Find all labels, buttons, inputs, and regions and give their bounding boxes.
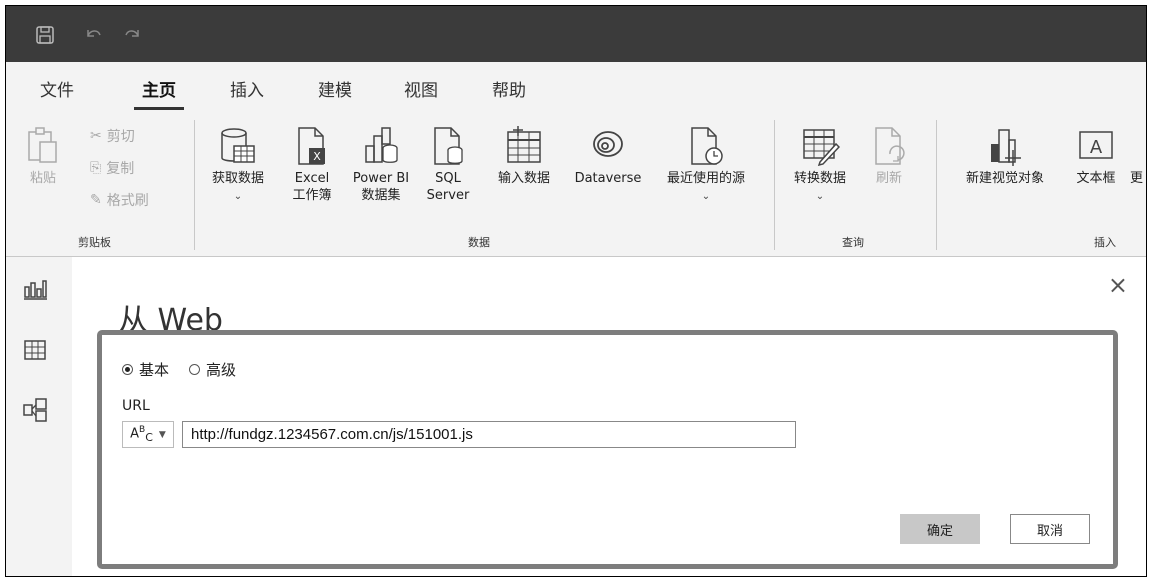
tab-file[interactable]: 文件: [40, 76, 74, 101]
text-type-icon: ABC: [130, 425, 153, 444]
paste-button[interactable]: 粘贴: [20, 126, 66, 187]
more-label: 更: [1130, 171, 1144, 186]
textbox-button[interactable]: A 文本框: [1066, 126, 1126, 187]
copy-label: 复制: [106, 161, 135, 177]
excel-label-line2: 工作簿: [292, 188, 332, 203]
excel-file-icon: X: [298, 127, 325, 165]
active-tab-indicator: [134, 107, 184, 110]
url-label: URL: [122, 398, 150, 414]
dataverse-button[interactable]: Dataverse: [566, 126, 650, 187]
format-painter-icon: ✎: [90, 192, 102, 208]
url-input[interactable]: [182, 421, 796, 448]
new-visual-label: 新建视觉对象: [965, 171, 1044, 186]
sql-server-button[interactable]: SQL Server: [420, 126, 476, 204]
from-web-dialog: 从 Web × 基本 高级 URL ABC ▼ 确定 取消: [72, 257, 1146, 576]
textbox-icon: A: [1079, 131, 1113, 159]
ok-button[interactable]: 确定: [900, 514, 980, 544]
get-data-button[interactable]: 获取数据 ⌄: [202, 126, 274, 205]
save-icon[interactable]: [34, 24, 56, 46]
url-type-dropdown[interactable]: ABC ▼: [122, 421, 174, 448]
query-group-label: 查询: [842, 236, 864, 249]
enter-data-table-icon: [507, 126, 541, 163]
dataset-icon: [365, 127, 398, 163]
recent-sources-button[interactable]: 最近使用的源 ⌄: [652, 126, 760, 205]
chevron-down-icon: ▼: [158, 429, 166, 440]
powerbi-label-line2: 数据集: [361, 188, 401, 203]
paste-label: 粘贴: [29, 171, 56, 186]
redo-icon[interactable]: [122, 24, 144, 46]
tab-insert[interactable]: 插入: [230, 76, 264, 101]
report-view-icon[interactable]: [22, 277, 48, 303]
enter-data-label: 输入数据: [497, 171, 550, 186]
recent-sources-icon: [691, 127, 723, 165]
dataverse-label: Dataverse: [574, 171, 642, 186]
transform-data-label: 转换数据: [793, 171, 846, 186]
radio-basic-label[interactable]: 基本: [139, 359, 169, 380]
cut-label: 剪切: [106, 129, 135, 145]
new-visual-button[interactable]: 新建视觉对象: [950, 126, 1060, 187]
model-view-icon[interactable]: [22, 397, 48, 423]
tab-view[interactable]: 视图: [404, 76, 438, 101]
mode-radio-group: 基本 高级: [122, 359, 236, 380]
copy-icon: ⎘: [90, 160, 102, 176]
data-group-label: 数据: [468, 236, 490, 249]
insert-group-label: 插入: [1094, 236, 1116, 249]
enter-data-button[interactable]: 输入数据: [484, 126, 564, 187]
sql-server-icon: [434, 127, 463, 165]
tab-modeling[interactable]: 建模: [318, 76, 352, 101]
ribbon-separator: [936, 120, 937, 250]
transform-data-icon: [803, 129, 840, 166]
scissors-icon: ✂: [90, 128, 102, 144]
radio-basic[interactable]: [122, 364, 133, 375]
powerbi-label-line1: Power BI: [352, 171, 410, 186]
chevron-down-icon: ⌄: [815, 191, 825, 202]
more-icon: [1130, 126, 1147, 166]
title-bar: [6, 6, 1146, 62]
excel-workbook-button[interactable]: X Excel 工作簿: [286, 126, 338, 204]
radio-advanced-label[interactable]: 高级: [206, 359, 236, 380]
get-data-label: 获取数据: [211, 171, 264, 186]
refresh-icon: [875, 127, 905, 165]
powerbi-dataset-button[interactable]: Power BI 数据集: [344, 126, 418, 204]
format-painter-label: 格式刷: [106, 193, 149, 209]
chevron-down-icon: ⌄: [701, 191, 711, 202]
sql-label-line1: SQL: [435, 171, 461, 186]
clipboard-group-label: 剪贴板: [78, 236, 111, 249]
tab-home[interactable]: 主页: [142, 76, 176, 101]
close-icon[interactable]: ×: [1108, 271, 1128, 299]
textbox-label: 文本框: [1076, 171, 1116, 186]
ribbon-separator: [774, 120, 775, 250]
menu-bar: 文件 主页 插入 建模 视图 帮助: [6, 62, 1146, 112]
ribbon-separator: [194, 120, 195, 250]
ribbon: 粘贴 ✂ 剪切 ⎘ 复制 ✎ 格式刷 剪贴板 获取数据 ⌄ X Excel 工作…: [6, 112, 1146, 257]
svg-text:X: X: [313, 150, 321, 163]
recent-sources-label: 最近使用的源: [666, 171, 745, 186]
refresh-button[interactable]: 刷新: [864, 126, 914, 187]
cut-button[interactable]: ✂ 剪切: [90, 126, 135, 146]
view-switcher: [6, 257, 73, 576]
dialog-panel: 基本 高级 URL ABC ▼ 确定 取消: [97, 330, 1118, 569]
transform-data-button[interactable]: 转换数据 ⌄: [782, 126, 858, 205]
database-table-icon: [221, 128, 255, 163]
cancel-button[interactable]: 取消: [1010, 514, 1090, 544]
radio-advanced[interactable]: [189, 364, 201, 375]
new-visual-icon: [991, 129, 1021, 166]
chevron-down-icon: ⌄: [233, 191, 243, 202]
refresh-label: 刷新: [875, 171, 902, 186]
undo-icon[interactable]: [82, 24, 104, 46]
format-painter-button[interactable]: ✎ 格式刷: [90, 190, 149, 210]
copy-button[interactable]: ⎘ 复制: [90, 158, 134, 178]
dataverse-icon: [593, 131, 623, 157]
excel-label-line1: Excel: [294, 171, 330, 186]
sql-label-line2: Server: [426, 188, 470, 203]
table-view-icon[interactable]: [22, 337, 48, 363]
paste-icon: [28, 127, 57, 163]
tab-help[interactable]: 帮助: [492, 76, 526, 101]
svg-text:A: A: [1090, 137, 1103, 158]
app-window: 文件 主页 插入 建模 视图 帮助 粘贴 ✂ 剪切 ⎘ 复制 ✎ 格式刷 剪贴板: [5, 5, 1147, 577]
more-button[interactable]: 更: [1130, 126, 1147, 187]
